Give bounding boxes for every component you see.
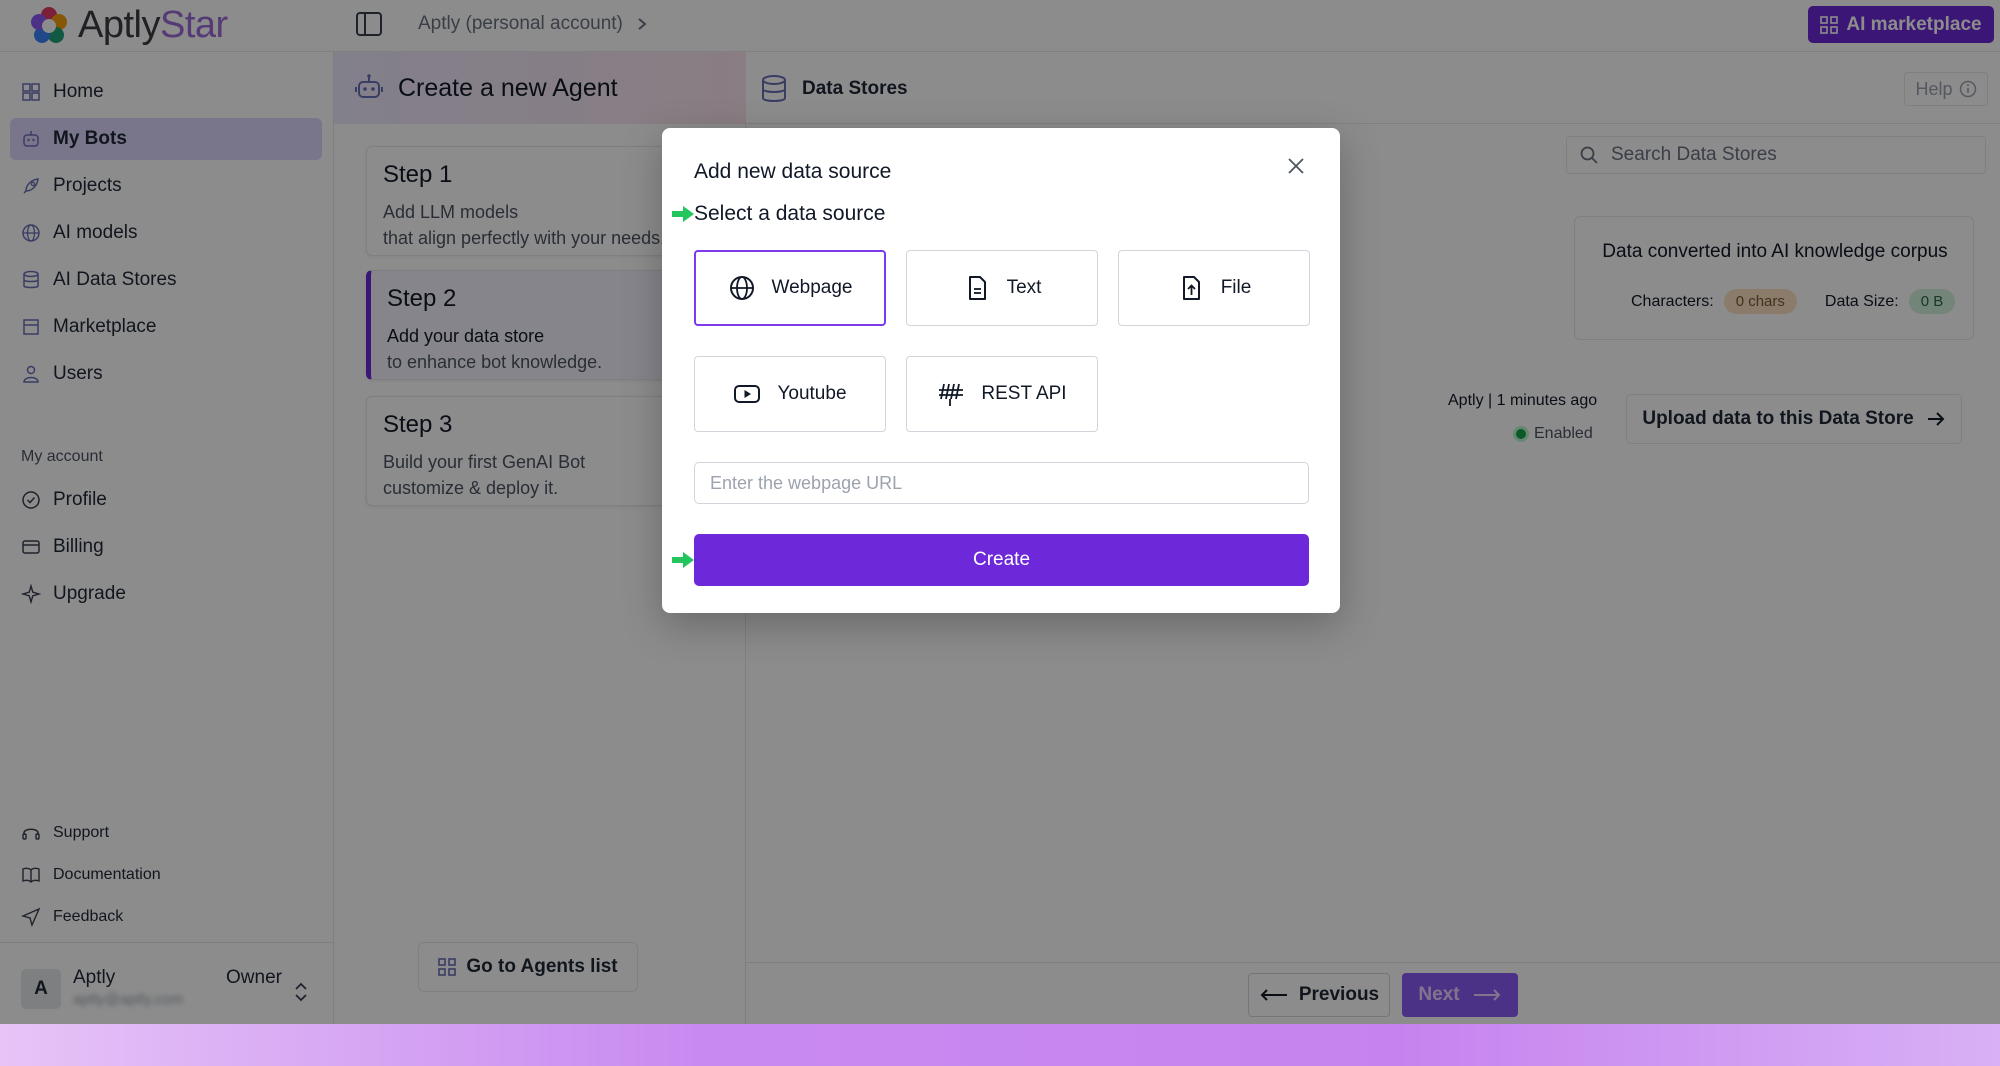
source-text-button[interactable]: Text [906, 250, 1098, 326]
source-rest-api-button[interactable]: REST API [906, 356, 1098, 432]
file-upload-icon [1182, 276, 1200, 300]
modal-title: Add new data source [694, 160, 892, 183]
youtube-icon [734, 385, 761, 403]
globe-icon [729, 276, 754, 300]
close-icon [1288, 158, 1304, 174]
source-webpage-button[interactable]: Webpage [694, 250, 886, 326]
webpage-url-input[interactable] [694, 462, 1309, 504]
document-icon [968, 276, 986, 300]
hint-arrow-icon [672, 552, 694, 568]
create-button[interactable]: Create [694, 534, 1309, 586]
close-button[interactable] [1282, 152, 1310, 180]
api-icon [939, 383, 964, 406]
hint-arrow-icon [672, 206, 694, 222]
source-youtube-button[interactable]: Youtube [694, 356, 886, 432]
source-file-button[interactable]: File [1118, 250, 1310, 326]
bottom-gradient-strip [0, 1024, 2000, 1066]
add-data-source-modal: Add new data source Select a data source… [662, 128, 1340, 613]
select-source-label: Select a data source [694, 202, 886, 225]
